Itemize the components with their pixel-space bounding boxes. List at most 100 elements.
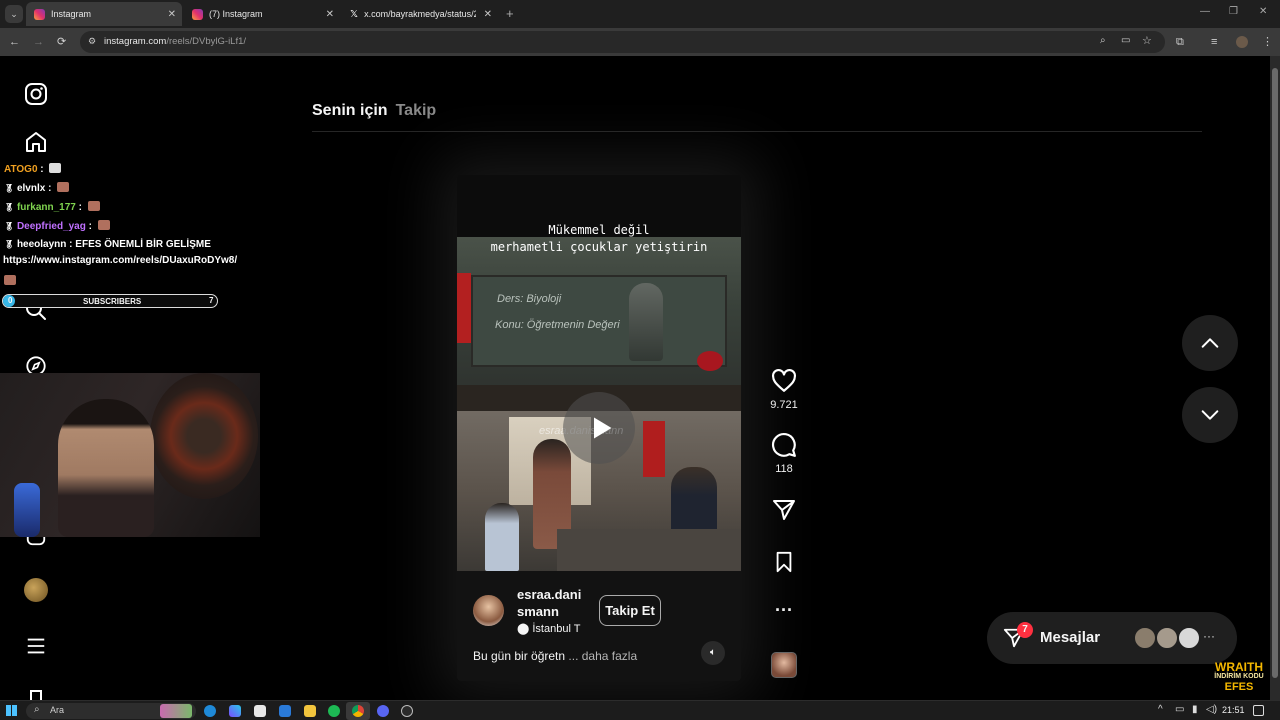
location-pin-icon: ⬤	[517, 623, 530, 635]
like-button[interactable]: 9.721	[770, 368, 798, 411]
chat-badge-icon: 🏅︎	[4, 222, 15, 231]
instagram-favicon-icon	[34, 8, 45, 20]
turkish-flag	[457, 273, 471, 343]
save-button[interactable]	[770, 550, 798, 577]
tab-title: Instagram	[51, 9, 92, 19]
more-link[interactable]: ... daha fazla	[568, 649, 637, 663]
notification-icon[interactable]	[1253, 705, 1264, 716]
outlook-icon[interactable]	[279, 705, 291, 717]
volume-icon[interactable]: ◁)	[1206, 704, 1217, 715]
home-icon[interactable]	[22, 128, 50, 156]
tab-search-icon[interactable]: ⌄	[5, 5, 23, 23]
desk-2	[557, 529, 741, 571]
tab-for-you[interactable]: Senin için	[312, 102, 388, 119]
chat-separator: :	[75, 202, 85, 213]
author-username[interactable]: esraa.dani smann	[517, 586, 581, 620]
tab-x-status[interactable]: 𝕏 x.com/bayrakmedya/status/20... ✕	[342, 2, 498, 26]
subscriber-label: SUBSCRIBERS	[83, 297, 142, 306]
contact-avatar	[1177, 626, 1201, 650]
window-restore-icon[interactable]: ❐	[1229, 6, 1238, 17]
reel-description[interactable]: Bu gün bir öğretn ... daha fazla	[473, 649, 637, 663]
board-line-2: Konu: Öğretmenin Değeri	[495, 319, 620, 331]
extensions-icon[interactable]: ⧉	[1176, 35, 1184, 49]
back-arrow-icon[interactable]: ←	[9, 35, 20, 49]
taskbar-search-text: Ara	[50, 705, 65, 715]
tab-close-icon[interactable]: ✕	[168, 9, 176, 20]
next-reel-button[interactable]	[1182, 387, 1238, 443]
location-text: İstanbul T	[532, 623, 581, 635]
tab-following[interactable]: Takip	[396, 102, 437, 119]
new-tab-icon[interactable]: +	[506, 6, 514, 21]
reel-video[interactable]: Ders: Biyoloji Konu: Öğretmenin Değeri M…	[457, 175, 741, 681]
tray-chevron-up-icon[interactable]: ^	[1158, 704, 1163, 715]
play-button[interactable]	[563, 392, 635, 464]
scrollbar-thumb[interactable]	[1272, 68, 1278, 678]
bookmark-star-icon[interactable]: ☆	[1142, 34, 1152, 47]
author-avatar[interactable]	[473, 595, 504, 626]
video-chalkboard: Ders: Biyoloji Konu: Öğretmenin Değeri	[471, 275, 727, 367]
store-icon[interactable]	[254, 705, 266, 717]
more-dots-icon: ···	[775, 600, 793, 620]
audio-thumbnail[interactable]	[771, 652, 797, 678]
cast-icon[interactable]: ▭	[1121, 35, 1130, 46]
copilot-icon[interactable]	[229, 705, 241, 717]
tab-close-icon[interactable]: ✕	[326, 9, 334, 20]
discord-icon[interactable]	[377, 705, 389, 717]
tab-title: (7) Instagram	[209, 9, 263, 19]
page-scrollbar[interactable]	[1270, 56, 1280, 700]
tab-instagram-notifications[interactable]: (7) Instagram ✕	[184, 2, 340, 26]
more-options-button[interactable]: ···	[770, 600, 798, 621]
chat-separator: :	[45, 183, 55, 194]
comment-button[interactable]: 118	[770, 432, 798, 475]
network-icon[interactable]: ▭	[1175, 704, 1184, 715]
profile-avatar-icon[interactable]	[1236, 36, 1248, 48]
address-bar[interactable]: ⚙ instagram.com/reels/DVbylG-iLf1/ ⌕ ▭ ☆	[80, 31, 1165, 53]
window-close-icon[interactable]: ✕	[1259, 6, 1267, 17]
reel-location[interactable]: ⬤ İstanbul T	[517, 622, 580, 635]
microphone-tray-icon[interactable]: ▮	[1192, 704, 1198, 715]
browser-toolbar: ← → ⟳ ⚙ instagram.com/reels/DVbylG-iLf1/…	[0, 28, 1280, 56]
site-settings-icon[interactable]: ⚙	[88, 36, 96, 47]
url-host: instagram.com	[104, 36, 167, 47]
file-explorer-icon[interactable]	[304, 705, 316, 717]
chat-username: furkann_177	[16, 202, 76, 213]
browser-menu-icon[interactable]: ⋮	[1262, 35, 1273, 49]
share-button[interactable]	[770, 498, 798, 525]
more-menu-icon[interactable]	[22, 632, 50, 660]
url-text[interactable]: instagram.com/reels/DVbylG-iLf1/	[104, 36, 246, 47]
taskbar-clock[interactable]: 21:51	[1222, 705, 1245, 715]
obs-icon[interactable]	[401, 705, 413, 717]
chat-message: 🏅︎ elvnlx :	[4, 182, 70, 194]
also-from-meta-icon[interactable]	[30, 690, 42, 700]
tab-instagram-active[interactable]: Instagram ✕	[26, 2, 182, 26]
edge-icon[interactable]	[204, 705, 216, 717]
video-classroom-scene: Ders: Biyoloji Konu: Öğretmenin Değeri	[457, 237, 741, 411]
start-button-icon[interactable]	[6, 705, 17, 716]
previous-reel-button[interactable]	[1182, 315, 1238, 371]
windows-taskbar: ⌕ Ara ^ ▭ ▮ ◁) 21:51	[0, 700, 1280, 720]
messages-badge: 7	[1017, 622, 1033, 638]
reading-list-icon[interactable]: ≡	[1211, 35, 1217, 49]
chat-badge-icon: 🏅︎	[4, 184, 15, 193]
follow-button[interactable]: Takip Et	[599, 595, 661, 626]
chat-username: heeolaynn	[16, 239, 67, 250]
window-minimize-icon[interactable]: —	[1200, 6, 1210, 17]
zoom-icon[interactable]: ⌕	[1100, 35, 1106, 46]
chat-emote-icon	[4, 275, 16, 285]
reload-icon[interactable]: ⟳	[57, 35, 66, 49]
chat-separator: :	[37, 164, 47, 175]
tab-close-icon[interactable]: ✕	[484, 9, 492, 20]
description-text: Bu gün bir öğretn	[473, 649, 566, 663]
chevron-up-icon	[1201, 338, 1219, 348]
instagram-logo-icon[interactable]	[22, 80, 50, 108]
forward-arrow-icon[interactable]: →	[33, 35, 44, 49]
chat-message: ATOG0 :	[4, 163, 62, 175]
webcam-overlay	[0, 373, 260, 537]
messages-button[interactable]: 7 Mesajlar ···	[987, 612, 1237, 664]
spotify-icon[interactable]	[328, 705, 340, 717]
more-contacts-icon: ···	[1203, 629, 1215, 643]
mute-button[interactable]: 🔈︎	[701, 641, 725, 665]
chrome-icon[interactable]	[352, 705, 364, 717]
profile-avatar[interactable]	[22, 576, 50, 604]
taskbar-search[interactable]: ⌕ Ara	[26, 703, 196, 719]
